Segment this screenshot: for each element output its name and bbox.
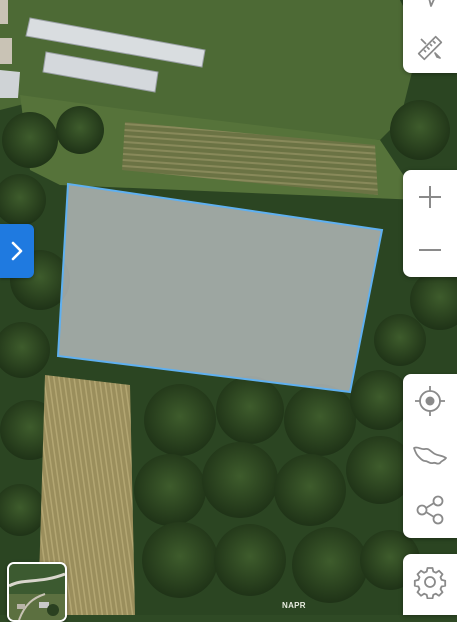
basemap-layer-switcher[interactable]	[7, 562, 67, 622]
zoom-out-icon	[419, 248, 441, 251]
map-tools-group	[403, 374, 457, 538]
settings-button[interactable]	[403, 554, 457, 610]
zoom-controls	[403, 170, 457, 277]
zoom-in-icon	[419, 185, 441, 208]
locate-icon	[415, 386, 445, 416]
forest	[134, 370, 420, 603]
region-button[interactable]	[403, 428, 457, 482]
chevron-right-icon	[11, 241, 23, 261]
region-shape-icon	[413, 446, 447, 465]
zoom-in-button[interactable]	[403, 170, 457, 223]
settings-gear-icon	[413, 567, 447, 599]
share-icon	[416, 495, 444, 525]
measure-ruler-icon	[417, 35, 443, 61]
navigation-button[interactable]	[403, 0, 457, 22]
map-attribution: NAPR	[282, 601, 306, 610]
side-panel-toggle-button[interactable]	[0, 224, 34, 278]
navigation-arrow-icon	[428, 0, 435, 7]
share-button[interactable]	[403, 482, 457, 538]
top-tools-group	[403, 0, 457, 73]
satellite-map[interactable]	[0, 0, 457, 615]
zoom-out-button[interactable]	[403, 223, 457, 276]
settings-group	[403, 554, 457, 615]
basemap-thumbnail	[9, 564, 65, 620]
locate-me-button[interactable]	[403, 374, 457, 428]
measure-button[interactable]	[403, 22, 457, 73]
